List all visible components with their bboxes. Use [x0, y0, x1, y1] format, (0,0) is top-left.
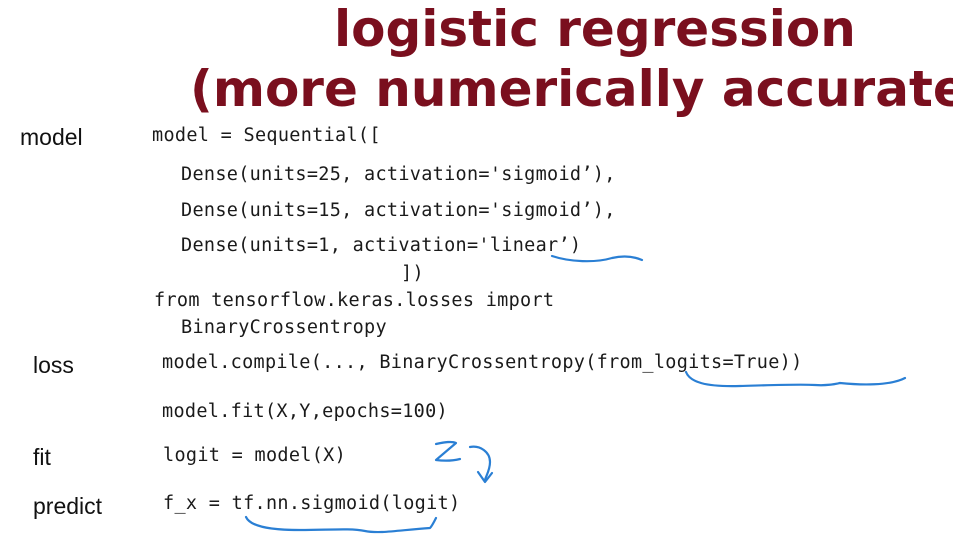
underline-tf-nn-sigmoid	[244, 515, 438, 534]
underline-from-logits	[684, 370, 907, 388]
code-logit: logit = model(X)	[163, 445, 347, 466]
label-fit: fit	[33, 444, 51, 470]
arrow-curve	[468, 445, 492, 482]
title-line-2: (more numerically accurate)	[190, 60, 953, 118]
label-model: model	[20, 124, 83, 150]
title-line-1: logistic regression	[334, 0, 856, 58]
code-import-line-1: from tensorflow.keras.losses import	[154, 290, 555, 311]
arrow-head	[476, 470, 494, 484]
label-loss: loss	[33, 352, 74, 378]
code-model-sequential: model = Sequential([	[152, 125, 381, 146]
label-predict: predict	[33, 493, 103, 519]
code-fit: model.fit(X,Y,epochs=100)	[162, 401, 448, 422]
code-dense-3: Dense(units=1, activation='linear’)	[181, 235, 582, 256]
code-predict: f_x = tf.nn.sigmoid(logit)	[163, 493, 461, 514]
code-dense-2: Dense(units=15, activation='sigmoid’),	[181, 200, 616, 221]
code-dense-1: Dense(units=25, activation='sigmoid’),	[181, 164, 616, 185]
handwritten-z-mark	[434, 440, 462, 462]
code-close-bracket: ])	[401, 263, 424, 284]
underline-linear	[550, 254, 644, 263]
code-import-line-2: BinaryCrossentropy	[181, 317, 387, 338]
code-compile: model.compile(..., BinaryCrossentropy(fr…	[162, 352, 803, 373]
